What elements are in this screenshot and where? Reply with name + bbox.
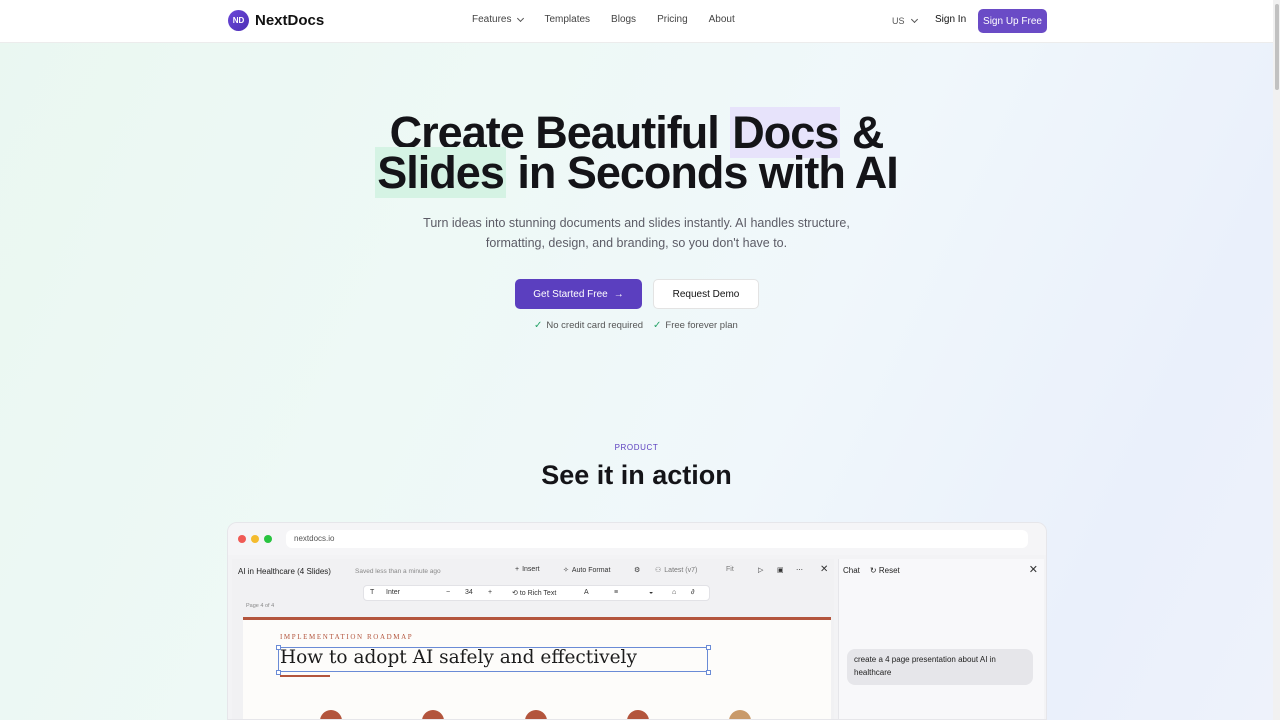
roadmap-step-icon — [627, 710, 649, 719]
version-selector[interactable]: ⚇ Latest (v7) — [655, 566, 698, 575]
font-selector[interactable]: Inter — [386, 589, 400, 596]
nav-links: Features Templates Blogs Pricing About — [472, 14, 756, 25]
roadmap-step-icon — [422, 710, 444, 719]
hero-title-slides-highlight: Slides — [375, 147, 506, 198]
more-icon[interactable]: ⋯ — [796, 566, 803, 574]
address-bar: nextdocs.io — [286, 530, 1028, 548]
request-demo-button[interactable]: Request Demo — [653, 279, 759, 309]
roadmap-step-icon — [525, 710, 547, 719]
text-color-button[interactable]: A — [584, 589, 589, 596]
page-label: Page 4 of 4 — [246, 603, 275, 609]
save-icon[interactable]: ▣ — [777, 566, 784, 574]
format-toolbar: T Inter − 34 + ⟲ to Rich Text A ≡ ◒ ⌂ ∂ — [363, 585, 710, 601]
saved-status: Saved less than a minute ago — [355, 568, 441, 575]
insert-button[interactable]: + Insert — [515, 566, 540, 573]
perk-item: ✓ Free forever plan — [653, 320, 738, 331]
version-label: Latest (v7) — [664, 566, 698, 574]
title-underline — [280, 675, 330, 677]
align-button[interactable]: ≡ — [614, 589, 618, 596]
roadmap-step-icon — [320, 710, 342, 719]
attach-icon[interactable]: ∂ — [691, 589, 694, 596]
close-window-icon — [238, 535, 246, 543]
logo-mark-icon: ND — [228, 10, 249, 31]
convert-rich-text-button[interactable]: ⟲ to Rich Text — [512, 589, 556, 597]
convert-icon: ⟲ — [512, 590, 518, 597]
editor-pane: AI in Healthcare (4 Slides) Saved less t… — [232, 559, 834, 719]
brand-name: NextDocs — [255, 12, 325, 29]
product-demo-window: nextdocs.io AI in Healthcare (4 Slides) … — [227, 522, 1047, 720]
window-titlebar: nextdocs.io — [228, 523, 1046, 555]
user-icon: ⚇ — [655, 567, 662, 574]
close-editor-icon[interactable]: ✕ — [820, 564, 828, 575]
decrease-size-button[interactable]: − — [446, 589, 450, 596]
arrow-right-icon: → — [613, 288, 624, 300]
chat-panel: Chat ↻ Reset ✕ create a 4 page presentat… — [838, 559, 1044, 719]
convert-label: to Rich Text — [519, 590, 557, 597]
text-icon: T — [370, 589, 375, 596]
nav-link-blogs[interactable]: Blogs — [611, 14, 636, 25]
zoom-selector[interactable]: Fit — [726, 566, 734, 573]
get-started-label: Get Started Free — [533, 288, 608, 300]
settings-icon[interactable]: ⚙ — [634, 566, 640, 574]
reset-icon: ↻ — [869, 566, 877, 575]
reset-button[interactable]: ↻ Reset — [870, 566, 900, 575]
chat-header: Chat ↻ Reset — [843, 566, 900, 575]
insert-label: Insert — [522, 566, 540, 573]
check-icon: ✓ — [534, 320, 543, 331]
section-title: See it in action — [541, 460, 732, 490]
nav-link-pricing[interactable]: Pricing — [657, 14, 688, 25]
magic-icon: ✧ — [563, 567, 569, 574]
auto-format-button[interactable]: ✧ Auto Format — [563, 566, 611, 575]
selection-box — [278, 647, 708, 672]
lock-icon[interactable]: ⌂ — [672, 589, 676, 596]
product-eyebrow: PRODUCT — [614, 443, 659, 452]
play-icon[interactable]: ▷ — [758, 566, 763, 574]
sign-up-button[interactable]: Sign Up Free — [978, 9, 1047, 33]
scrollbar-thumb[interactable] — [1275, 4, 1279, 90]
page-scrollbar[interactable] — [1273, 0, 1280, 720]
hero-subtitle: Turn ideas into stunning documents and s… — [423, 216, 850, 250]
check-icon: ✓ — [653, 320, 662, 331]
document-title[interactable]: AI in Healthcare (4 Slides) — [238, 567, 331, 576]
increase-size-button[interactable]: + — [488, 589, 492, 596]
nav-link-label: Features — [472, 14, 512, 25]
editor-toolbar: AI in Healthcare (4 Slides) Saved less t… — [238, 564, 834, 581]
get-started-button[interactable]: Get Started Free → — [515, 279, 642, 309]
fill-icon[interactable]: ◒ — [649, 589, 653, 596]
chat-message: create a 4 page presentation about AI in… — [847, 649, 1033, 685]
chevron-down-icon — [910, 15, 918, 24]
language-label: US — [892, 16, 905, 26]
chevron-down-icon — [517, 14, 525, 22]
font-size-value[interactable]: 34 — [465, 589, 473, 596]
slide-canvas[interactable]: IMPLEMENTATION ROADMAP How to adopt AI s… — [243, 617, 831, 719]
zoom-label: Fit — [726, 566, 734, 573]
resize-handle[interactable] — [706, 670, 711, 675]
maximize-window-icon — [264, 535, 272, 543]
close-icon[interactable]: ✕ — [1029, 563, 1038, 576]
minimize-window-icon — [251, 535, 259, 543]
top-nav: ND NextDocs Features Templates Blogs Pri… — [0, 0, 1280, 43]
slide-eyebrow: IMPLEMENTATION ROADMAP — [280, 633, 414, 641]
language-selector[interactable]: US — [892, 15, 918, 26]
perk-label: No credit card required — [546, 320, 644, 331]
logo[interactable]: ND NextDocs — [228, 10, 324, 31]
sign-in-link[interactable]: Sign In — [935, 14, 966, 25]
auto-format-label: Auto Format — [571, 566, 611, 574]
resize-handle[interactable] — [276, 645, 281, 650]
perk-label: Free forever plan — [665, 320, 738, 331]
roadmap-step-icon — [729, 710, 751, 719]
perks-list: ✓ No credit card required ✓ Free forever… — [534, 320, 738, 331]
nav-link-about[interactable]: About — [709, 14, 735, 25]
hero-title-part: in Seconds with AI — [505, 147, 898, 198]
hero-title: Create Beautiful Docs & Slides in Second… — [0, 107, 1273, 198]
chat-tab[interactable]: Chat — [843, 566, 860, 575]
resize-handle[interactable] — [706, 645, 711, 650]
reset-label: Reset — [878, 566, 900, 575]
nav-link-templates[interactable]: Templates — [544, 14, 590, 25]
nav-link-features[interactable]: Features — [472, 14, 525, 25]
plus-icon: + — [515, 566, 520, 573]
perk-item: ✓ No credit card required — [534, 320, 643, 331]
